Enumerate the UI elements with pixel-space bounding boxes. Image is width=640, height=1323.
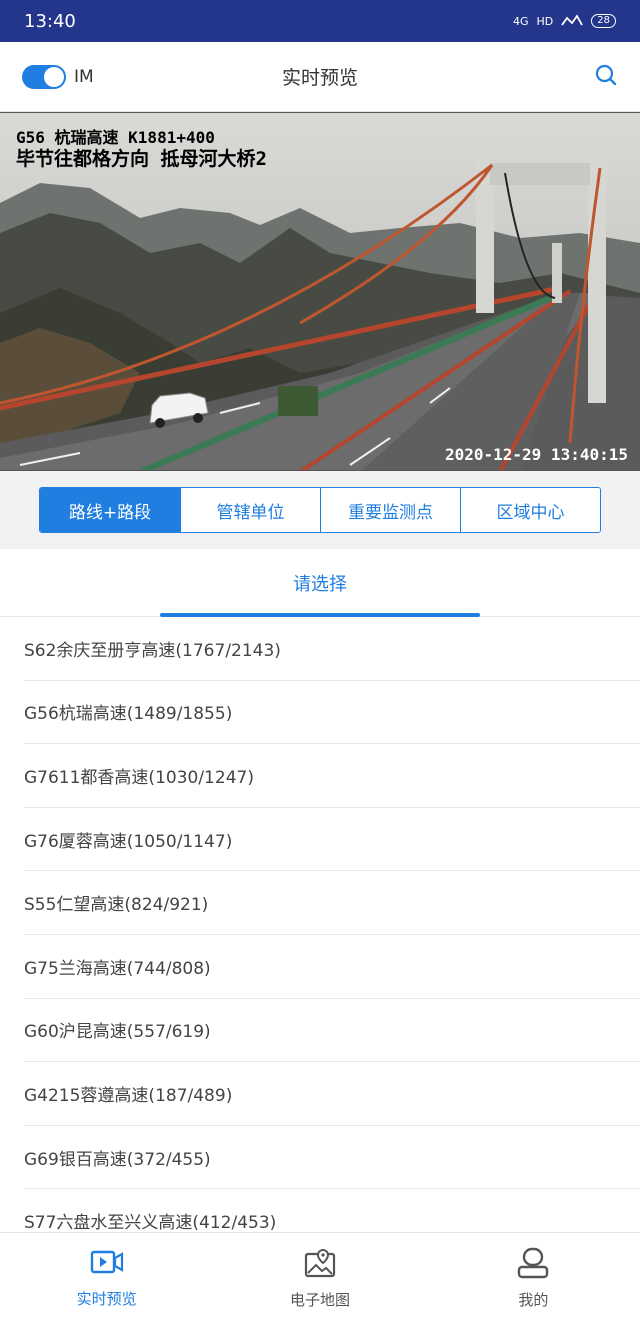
list-item[interactable]: G60沪昆高速(557/619) [24, 999, 640, 1063]
im-toggle-label: IM [74, 66, 94, 87]
page-title: 实时预览 [281, 67, 358, 89]
status-icons: 4G HD 28 [512, 13, 616, 29]
list-item[interactable]: G76厦蓉高速(1050/1147) [24, 808, 640, 872]
road-list: S62余庆至册亨高速(1767/2143) G56杭瑞高速(1489/1855)… [0, 617, 640, 1253]
list-item[interactable]: S55仁望高速(824/921) [24, 871, 640, 935]
search-icon[interactable] [594, 63, 618, 91]
segment-regional-center[interactable]: 区域中心 [460, 488, 600, 532]
segment-control-area: 路线+路段 管辖单位 重要监测点 区域中心 [0, 471, 640, 549]
camera-overlay-direction: 毕节往都格方向 抵母河大桥2 [16, 148, 267, 170]
user-icon [516, 1247, 550, 1283]
nav-label: 我的 [518, 1290, 549, 1309]
list-item[interactable]: G4215蓉遵高速(187/489) [24, 1062, 640, 1126]
im-toggle[interactable] [22, 64, 66, 89]
list-item[interactable]: G69银百高速(372/455) [24, 1126, 640, 1190]
video-preview-icon [90, 1248, 124, 1282]
nav-label: 电子地图 [289, 1290, 350, 1309]
nav-live-preview[interactable]: 实时预览 [0, 1233, 213, 1323]
segment-key-monitoring[interactable]: 重要监测点 [320, 488, 460, 532]
camera-overlay-timestamp: 2020-12-29 13:40:15 [444, 445, 628, 464]
signal-icon [561, 13, 584, 29]
list-item[interactable]: G56杭瑞高速(1489/1855) [24, 681, 640, 745]
battery-icon: 28 [591, 14, 616, 28]
im-toggle-group: IM [22, 64, 94, 89]
list-item[interactable]: S62余庆至册亨高速(1767/2143) [24, 617, 640, 681]
nav-map[interactable]: 电子地图 [213, 1233, 426, 1323]
map-icon [303, 1247, 337, 1283]
network-icon: 4G [512, 14, 529, 28]
list-item[interactable]: G7611都香高速(1030/1247) [24, 744, 640, 808]
top-bar: IM 实时预览 [0, 42, 640, 112]
tab-please-select[interactable]: 请选择 [293, 570, 347, 596]
select-tab-bar: 请选择 [0, 549, 640, 617]
nav-label: 实时预览 [76, 1289, 137, 1308]
hd-icon: HD [536, 14, 554, 28]
list-item[interactable]: G75兰海高速(744/808) [24, 935, 640, 999]
segment-jurisdiction[interactable]: 管辖单位 [180, 488, 320, 532]
nav-mine[interactable]: 我的 [427, 1233, 640, 1323]
bottom-nav: 实时预览 电子地图 我的 [0, 1232, 640, 1323]
status-bar: 13:40 4G HD 28 [0, 0, 640, 42]
status-time: 13:40 [24, 10, 76, 32]
camera-video-feed[interactable]: G56 杭瑞高速 K1881+400 毕节往都格方向 抵母河大桥2 2020-1… [0, 112, 640, 471]
segment-route-section[interactable]: 路线+路段 [40, 488, 180, 532]
segment-control: 路线+路段 管辖单位 重要监测点 区域中心 [39, 487, 601, 533]
